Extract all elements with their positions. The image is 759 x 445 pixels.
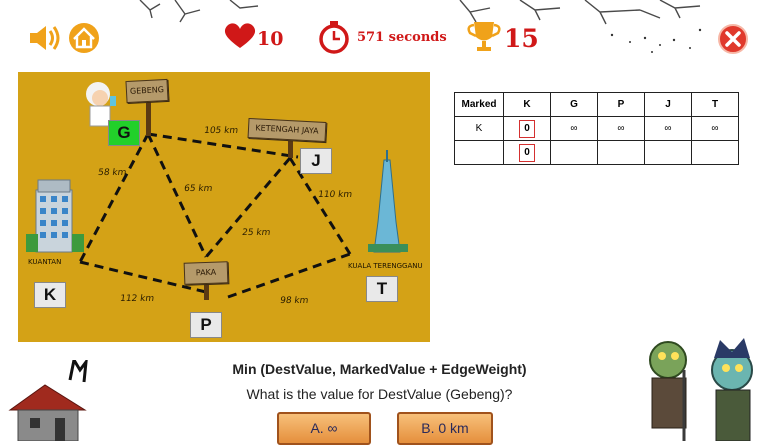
edge-label-j-t: 110 km [317,190,353,200]
branches-decoration [139,0,701,25]
table-cell: 0 [503,116,551,141]
stopwatch-icon [319,21,349,54]
table-cell: ∞ [691,116,739,141]
table-row: K 0 ∞ ∞ ∞ ∞ [454,116,739,141]
kuantan-building-icon [26,179,84,253]
gebeng-sign: GEBENG [125,78,169,104]
table-header: Marked [454,92,504,117]
edge-label-j-p: 25 km [241,228,271,238]
edge-label-p-t: 98 km [279,296,309,306]
table-cell: ∞ [597,116,645,141]
table-cell: ∞ [550,116,598,141]
table-cell: ∞ [644,116,692,141]
kuala-terengganu-label: KUALA TERENGGANU [348,262,423,270]
timer-display: 571 seconds [357,30,447,45]
paka-sign: PAKA [183,261,229,285]
table-cell [644,140,692,165]
answer-a-button[interactable]: A. ∞ [277,412,371,445]
table-cell [691,140,739,165]
route-map: GEBENG KETENGAH JAYA PAKA KUANTAN KUALA … [18,72,430,342]
ketengah-jaya-sign: KETENGAH JAYA [247,117,327,143]
table-header: T [691,92,739,117]
node-k[interactable]: K [34,282,66,308]
kuantan-label: KUANTAN [28,258,62,266]
formula-text: Min (DestValue, MarkedValue + EdgeWeight… [232,361,527,377]
sign-post [146,98,151,136]
edge-label-g-j: 105 km [203,126,239,136]
answer-b-button[interactable]: B. 0 km [397,412,493,445]
table-row: 0 [454,140,739,165]
table-cell [597,140,645,165]
table-header-row: Marked K G P J T [454,92,739,117]
table-header: J [644,92,692,117]
terengganu-tower-icon [368,150,408,253]
marked-value: 0 [519,143,535,162]
table-header: P [597,92,645,117]
question-text: What is the value for DestValue (Gebeng)… [246,386,513,402]
table-header: K [503,92,551,117]
table-cell: 0 [503,140,551,165]
node-p[interactable]: P [190,312,222,338]
speaker-icon[interactable] [30,26,60,50]
edge-j-p [204,157,292,258]
lives-counter: 10 [257,28,284,50]
trophy-icon [467,22,501,51]
edge-g-p [146,133,208,258]
edge-label-g-k: 58 km [97,168,127,178]
node-g[interactable]: G [108,120,140,146]
snow-dots-decoration [610,28,702,53]
marked-value: 0 [519,119,535,138]
edge-p-t [227,252,351,299]
table-cell: K [454,116,504,141]
distance-table: Marked K G P J T K 0 ∞ ∞ ∞ ∞ 0 [454,92,739,165]
edge-label-k-p: 112 km [119,294,155,304]
table-header: G [550,92,598,117]
node-t[interactable]: T [366,276,398,302]
close-icon[interactable] [718,24,748,54]
node-j[interactable]: J [300,148,332,174]
edge-g-k [78,133,150,263]
score-counter: 15 [504,24,539,53]
table-cell [550,140,598,165]
heart-icon [224,23,256,48]
home-icon[interactable] [69,23,99,53]
table-cell [454,140,504,165]
edge-label-g-p: 65 km [183,184,213,194]
